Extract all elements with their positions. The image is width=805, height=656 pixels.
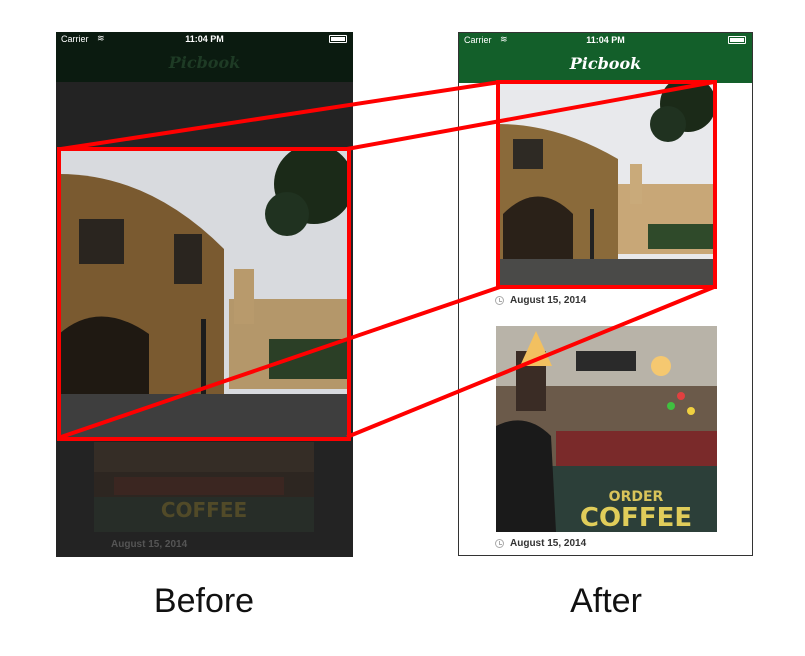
connector-line [60,80,501,151]
before-caption: Before [153,582,255,620]
highlight-frame-after [496,80,717,289]
connector-line [346,285,715,439]
after-caption: After [570,582,642,620]
highlight-frame-before [57,147,351,441]
